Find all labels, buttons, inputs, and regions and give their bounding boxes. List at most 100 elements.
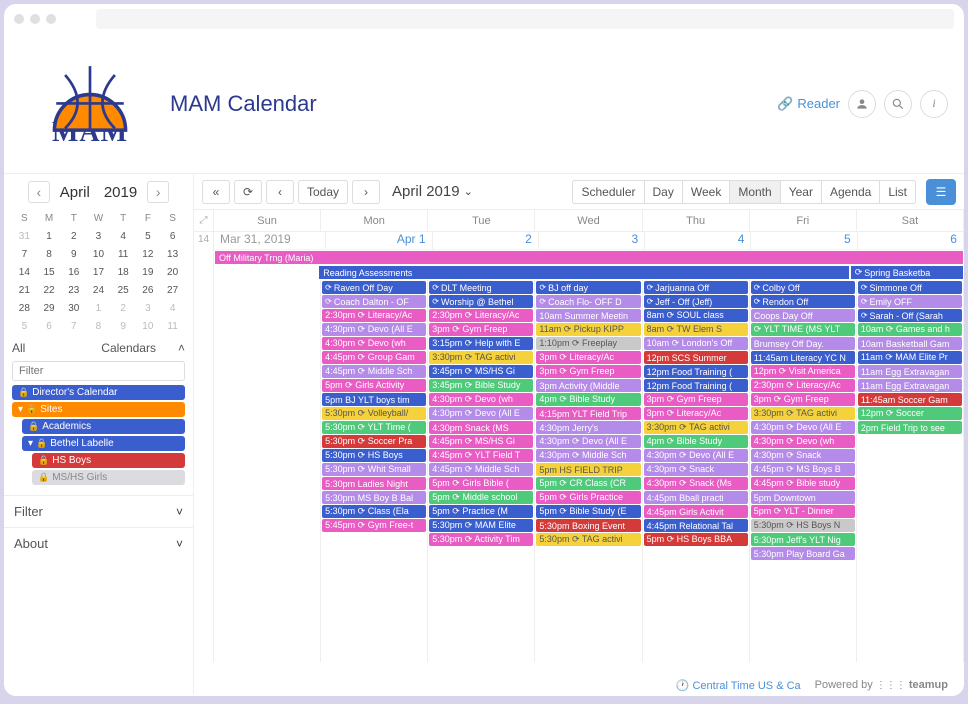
event[interactable]: 11am ⟳ MAM Elite Pr [858, 351, 962, 364]
event[interactable]: 5:30pm ⟳ Class (Ela [322, 505, 426, 518]
view-scheduler-button[interactable]: Scheduler [572, 180, 644, 204]
event[interactable]: 4:30pm ⟳ Devo (All E [322, 323, 426, 336]
event[interactable]: ⟳Rendon Off [751, 295, 855, 308]
event[interactable]: 5:30pm ⟳ Activity Tim [429, 533, 533, 546]
event[interactable]: ⟳Colby Off [751, 281, 855, 294]
nav-prev-button[interactable]: ‹ [266, 180, 294, 204]
event[interactable]: ⟳Simmone Off [858, 281, 962, 294]
date-cell[interactable]: 2 [433, 232, 539, 249]
date-cell[interactable]: 5 [751, 232, 857, 249]
about-section[interactable]: About˅ [4, 527, 193, 559]
event[interactable]: 5:30pm ⟳ TAG activi [536, 533, 640, 546]
day-cell[interactable]: ⟳Raven Off Day⟳Coach Dalton - OF2:30pm ⟳… [321, 280, 428, 662]
event[interactable]: 4:30pm ⟳ Middle Sch [536, 449, 640, 462]
event[interactable]: 10am ⟳ Games and h [858, 323, 962, 336]
day-cell[interactable]: ⟳BJ off day⟳Coach Flo- OFF D10am Summer … [535, 280, 642, 662]
event[interactable]: ⟳ YLT TIME (MS YLT [751, 323, 855, 336]
event[interactable]: 3pm ⟳ Literacy/Ac [644, 407, 748, 420]
date-range-picker[interactable]: April 2019 ⌄ [392, 183, 473, 200]
event[interactable]: 4:45pm ⟳ Middle Sch [322, 365, 426, 378]
mini-prev-button[interactable]: ‹ [28, 181, 50, 203]
event[interactable]: 4pm ⟳ Bible Study [644, 435, 748, 448]
event[interactable]: 12pm Food Training ( [644, 365, 748, 378]
event[interactable]: 5:30pm MS Boy B Bal [322, 491, 426, 504]
event[interactable]: 11am Egg Extravagan [858, 365, 962, 378]
event[interactable]: 5:30pm ⟳ Whit Small [322, 463, 426, 476]
calendar-item[interactable]: 🔒Academics [22, 419, 185, 434]
event[interactable]: ⟳DLT Meeting [429, 281, 533, 294]
event[interactable]: ⟳BJ off day [536, 281, 640, 294]
reader-link[interactable]: 🔗Reader [777, 96, 840, 112]
calendar-item[interactable]: ▾🔒Sites [12, 402, 185, 417]
event[interactable]: 3pm ⟳ Gym Freep [751, 393, 855, 406]
event[interactable]: Coops Day Off [751, 309, 855, 322]
event[interactable]: 4:45pm Girls Activit [644, 505, 748, 518]
event[interactable]: 5pm ⟳ Girls Bible ( [429, 477, 533, 490]
event[interactable]: 5:30pm ⟳ HS Boys [322, 449, 426, 462]
event[interactable]: 8am ⟳ SOUL class [644, 309, 748, 322]
event[interactable]: 3:30pm ⟳ TAG activi [751, 407, 855, 420]
calendar-item[interactable]: 🔒HS Boys [32, 453, 185, 468]
event[interactable]: 5pm ⟳ CR Class (CR [536, 477, 640, 490]
event[interactable]: 5pm ⟳ YLT - Dinner [751, 505, 855, 518]
event[interactable]: ⟳Coach Dalton - OF [322, 295, 426, 308]
event[interactable]: 4:30pm ⟳ Devo (All E [536, 435, 640, 448]
chevron-up-icon[interactable]: ˄ [178, 341, 185, 355]
info-icon[interactable]: i [920, 90, 948, 118]
event[interactable]: 3pm ⟳ Gym Freep [536, 365, 640, 378]
event[interactable]: ⟳Sarah - Off (Sarah [858, 309, 962, 322]
event[interactable]: 11am ⟳ Pickup KIPP [536, 323, 640, 336]
event[interactable]: 5:30pm Ladies Night [322, 477, 426, 490]
event[interactable]: 10am ⟳ London's Off [644, 337, 748, 350]
event[interactable]: 5pm ⟳ Bible Study (E [536, 505, 640, 518]
event[interactable]: 4:30pm ⟳ Devo (wh [429, 393, 533, 406]
event-span[interactable]: Off Military Trng (Maria) [215, 251, 963, 264]
event[interactable]: 12pm ⟳ Visit America [751, 365, 855, 378]
event[interactable]: 4:30pm Jerry's [536, 421, 640, 434]
day-cell[interactable] [214, 280, 321, 662]
mini-month-label[interactable]: April2019 [54, 184, 143, 201]
event[interactable]: 3pm ⟳ Gym Freep [644, 393, 748, 406]
event[interactable]: 5pm ⟳ Girls Practice [536, 491, 640, 504]
view-agenda-button[interactable]: Agenda [821, 180, 880, 204]
event-span[interactable]: Reading Assessments [319, 266, 848, 279]
date-cell[interactable]: 6 [858, 232, 964, 249]
event[interactable]: 3pm ⟳ Gym Freep [429, 323, 533, 336]
event[interactable]: 12pm ⟳ Soccer [858, 407, 962, 420]
view-week-button[interactable]: Week [682, 180, 730, 204]
event[interactable]: 4:30pm Snack (MS [429, 421, 533, 434]
view-day-button[interactable]: Day [644, 180, 683, 204]
event[interactable]: ⟳Emily OFF [858, 295, 962, 308]
event[interactable]: 12pm Food Training ( [644, 379, 748, 392]
date-cell[interactable]: 4 [645, 232, 751, 249]
event[interactable]: 2:30pm ⟳ Literacy/Ac [429, 309, 533, 322]
event[interactable]: 3pm ⟳ Literacy/Ac [536, 351, 640, 364]
event[interactable]: 4:45pm Bball practi [644, 491, 748, 504]
event[interactable]: 10am Summer Meetin [536, 309, 640, 322]
event[interactable]: 5pm Downtown [751, 491, 855, 504]
event-span[interactable]: ⟳Spring Basketba [851, 266, 963, 279]
event[interactable]: 12pm SCS Summer [644, 351, 748, 364]
mini-calendar[interactable]: SMTWTFS311234567891011121314151617181920… [4, 210, 193, 335]
event[interactable]: 3pm Activity (Middle [536, 379, 640, 392]
event[interactable]: ⟳Worship @ Bethel [429, 295, 533, 308]
event[interactable]: 1:10pm ⟳ Freeplay [536, 337, 640, 350]
event[interactable]: 3:45pm ⟳ Bible Study [429, 379, 533, 392]
event[interactable]: 4:30pm ⟳ Devo (wh [322, 337, 426, 350]
event[interactable]: 3:30pm ⟳ TAG activi [644, 421, 748, 434]
event[interactable]: 5pm ⟳ HS Boys BBA [644, 533, 748, 546]
event[interactable]: 4:30pm ⟳ Snack (Ms [644, 477, 748, 490]
event[interactable]: 4:45pm ⟳ Middle Sch [429, 463, 533, 476]
event[interactable]: 4:30pm ⟳ Snack [751, 449, 855, 462]
filter-section[interactable]: Filter˅ [4, 495, 193, 527]
event[interactable]: 4:45pm ⟳ YLT Field T [429, 449, 533, 462]
event[interactable]: 2:30pm ⟳ Literacy/Ac [322, 309, 426, 322]
event[interactable]: 5:45pm ⟳ Gym Free-t [322, 519, 426, 532]
event[interactable]: 8am ⟳ TW Elem S [644, 323, 748, 336]
menu-button[interactable]: ☰ [926, 179, 956, 205]
event[interactable]: 4:45pm ⟳ MS/HS Gi [429, 435, 533, 448]
day-cell[interactable]: ⟳Colby Off⟳Rendon OffCoops Day Off⟳ YLT … [750, 280, 857, 662]
event[interactable]: 4:30pm ⟳ Devo (wh [751, 435, 855, 448]
all-label[interactable]: All [12, 341, 25, 355]
event[interactable]: 11am Egg Extravagan [858, 379, 962, 392]
